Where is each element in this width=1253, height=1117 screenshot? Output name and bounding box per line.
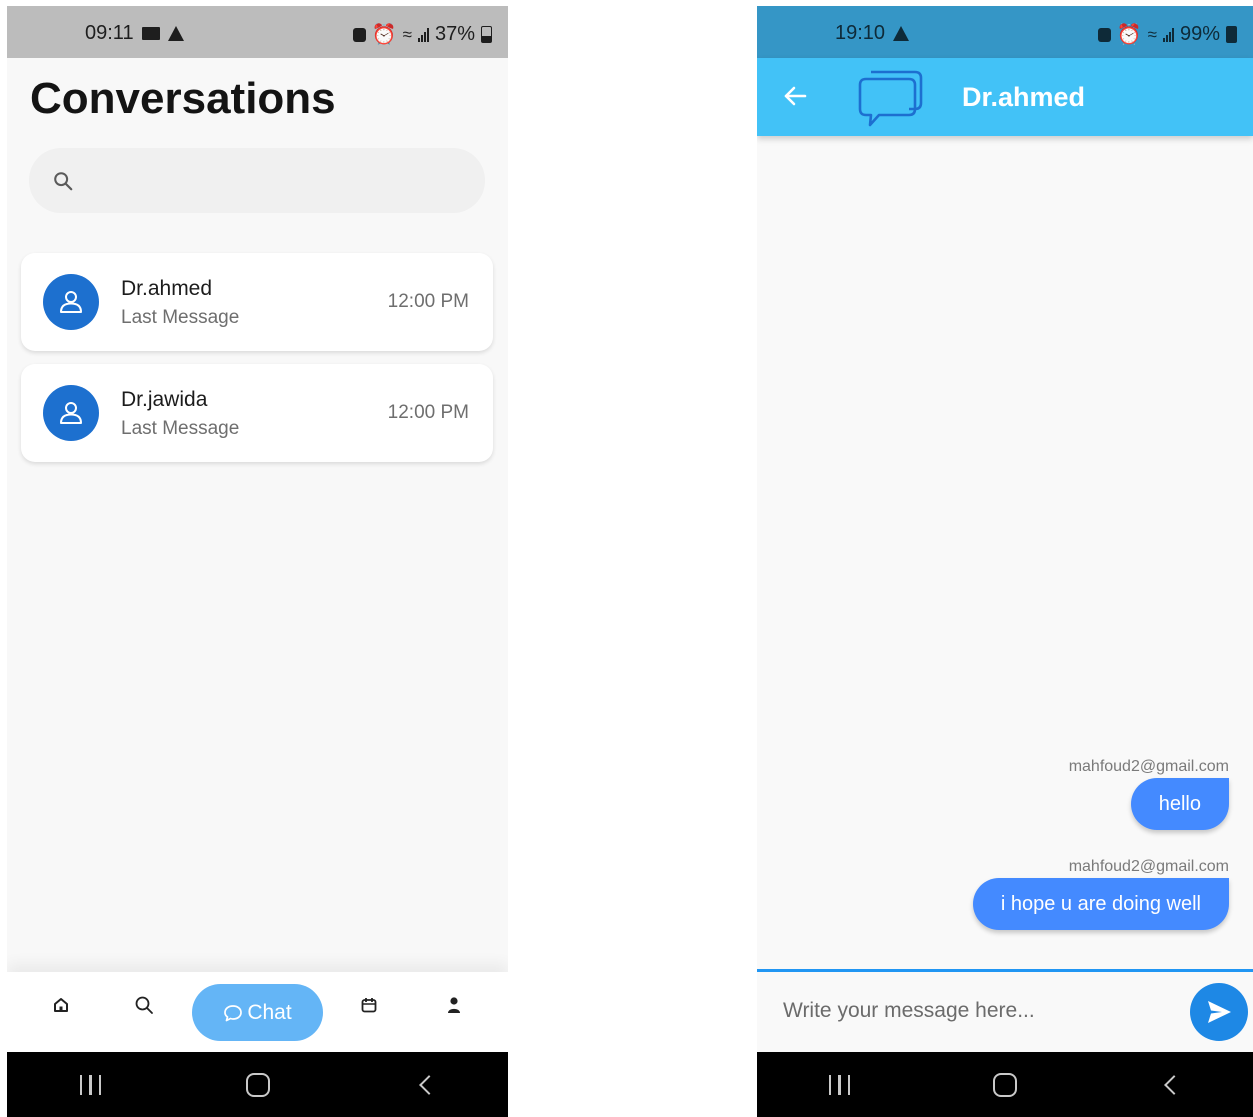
- conversation-item-dr-jawida[interactable]: Dr.jawida Last Message 12:00 PM: [21, 364, 493, 462]
- conversation-item-dr-ahmed[interactable]: Dr.ahmed Last Message 12:00 PM: [21, 253, 493, 351]
- warning-icon: [893, 26, 910, 41]
- nav-calendar[interactable]: [356, 992, 382, 1018]
- calendar-icon: [361, 998, 377, 1013]
- nav-profile[interactable]: [441, 992, 467, 1018]
- signal-icon: [417, 27, 429, 42]
- system-navigation-bar: [757, 1052, 1253, 1117]
- battery-icon: [1226, 26, 1237, 43]
- status-time: 19:10: [835, 22, 886, 44]
- message-sender: mahfoud2@gmail.com: [1068, 758, 1229, 775]
- battery-percent: 37%: [434, 23, 475, 45]
- wifi-icon: ≈: [402, 24, 412, 44]
- message-time: 12:00 PM: [387, 402, 469, 423]
- chat-title: Dr.ahmed: [962, 82, 1086, 112]
- message-bubble: i hope u are doing well: [972, 878, 1229, 930]
- alarm-icon: ⏰: [371, 24, 397, 46]
- nav-home[interactable]: [48, 992, 74, 1018]
- system-navigation-bar: [7, 1052, 508, 1117]
- page-title: Conversations: [30, 74, 336, 123]
- status-bar: 09:11 ⏰ ≈ 37%: [7, 6, 508, 58]
- wifi-icon: ≈: [1147, 24, 1157, 44]
- app-notification-icon: [1097, 27, 1111, 42]
- chat-icon: [224, 1004, 243, 1021]
- conversations-screen: 09:11 ⏰ ≈ 37% Conversations Dr.ahmed Las…: [7, 6, 508, 1117]
- nav-chat[interactable]: Chat: [192, 984, 323, 1041]
- contact-name: Dr.jawida: [121, 388, 208, 411]
- home-icon: [54, 998, 68, 1012]
- last-message: Last Message: [121, 307, 240, 328]
- chat-bubbles-icon: [858, 70, 923, 127]
- home-button[interactable]: [238, 1065, 278, 1105]
- message-bubble: hello: [1130, 778, 1229, 830]
- chat-app-bar: Dr.ahmed: [757, 58, 1253, 136]
- message-composer: [757, 969, 1253, 1052]
- app-notification-icon: [352, 27, 366, 42]
- alarm-icon: ⏰: [1116, 24, 1142, 46]
- back-button[interactable]: [1150, 1065, 1190, 1105]
- avatar: [43, 274, 99, 330]
- contact-name: Dr.ahmed: [121, 277, 213, 300]
- message-input[interactable]: [783, 992, 1173, 1030]
- chat-screen: 19:10 ⏰ ≈ 99% Dr.ahmed mahfoud2@gmail.co…: [757, 6, 1253, 1117]
- search-bar[interactable]: [29, 148, 485, 213]
- recent-apps-button[interactable]: [71, 1065, 111, 1105]
- folder-icon: [141, 27, 160, 40]
- avatar: [43, 385, 99, 441]
- profile-icon: [448, 997, 460, 1013]
- home-button[interactable]: [985, 1065, 1025, 1105]
- status-bar: 19:10 ⏰ ≈ 99%: [757, 6, 1253, 58]
- person-icon: [60, 291, 82, 313]
- battery-percent: 99%: [1179, 23, 1220, 45]
- nav-chat-label: Chat: [247, 1000, 292, 1024]
- send-button[interactable]: [1190, 983, 1248, 1041]
- arrow-back-icon[interactable]: [781, 82, 809, 110]
- send-icon: [1208, 1001, 1231, 1023]
- search-icon: [54, 172, 73, 191]
- bottom-navigation: Chat: [7, 972, 508, 1052]
- signal-icon: [1162, 27, 1174, 42]
- person-icon: [60, 402, 82, 424]
- message-sender: mahfoud2@gmail.com: [1068, 858, 1229, 875]
- nav-search[interactable]: [131, 992, 157, 1018]
- last-message: Last Message: [121, 418, 240, 439]
- warning-icon: [167, 26, 184, 41]
- recent-apps-button[interactable]: [820, 1065, 860, 1105]
- status-time: 09:11: [85, 22, 134, 44]
- search-icon: [135, 996, 153, 1014]
- back-button[interactable]: [405, 1065, 445, 1105]
- battery-icon: [481, 26, 492, 43]
- message-time: 12:00 PM: [387, 291, 469, 312]
